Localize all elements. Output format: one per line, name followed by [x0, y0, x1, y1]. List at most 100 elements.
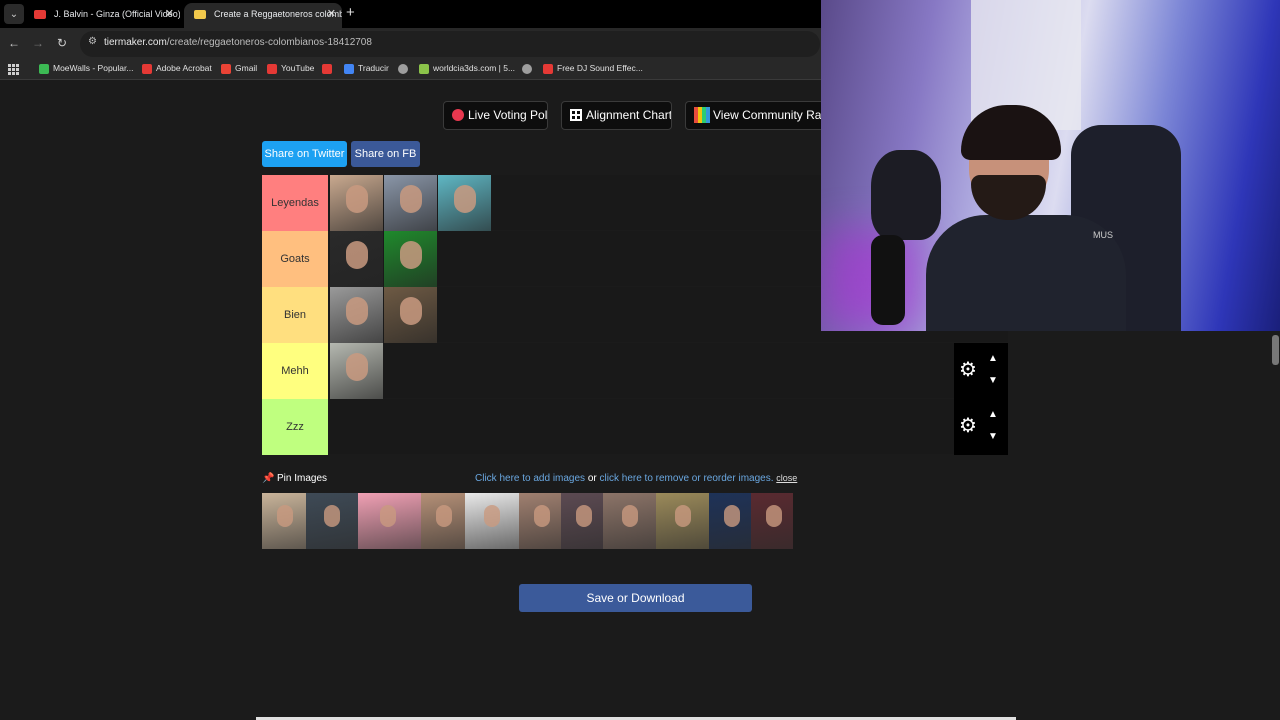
bookmark-traducir[interactable]: Traducir — [344, 63, 389, 74]
artist-face — [765, 505, 782, 527]
artist-image[interactable] — [330, 175, 383, 231]
scrollbar-thumb[interactable] — [1272, 335, 1279, 365]
add-images-link[interactable]: Click here to add images — [475, 473, 585, 484]
pool-artist-image[interactable] — [603, 493, 656, 549]
record-dot-icon — [452, 109, 464, 121]
bookmark-free-dj[interactable]: Free DJ Sound Effec... — [543, 63, 643, 74]
artist-image[interactable] — [384, 175, 437, 231]
tier-controls: ⚙ ▲ ▼ — [954, 343, 1008, 399]
scrollbar-track[interactable] — [1270, 330, 1280, 720]
artist-face — [454, 185, 476, 213]
gear-icon[interactable]: ⚙ — [959, 360, 977, 380]
artist-face — [533, 505, 550, 527]
remove-reorder-link[interactable]: click here to remove or reorder images. — [600, 473, 774, 484]
button-label: View Community Rank — [713, 108, 821, 122]
pin-images-toggle[interactable]: 📌 Pin Images — [262, 473, 327, 484]
tiermaker-favicon-icon — [194, 10, 206, 19]
artist-face — [400, 241, 422, 269]
tier-label[interactable]: Zzz — [262, 399, 329, 455]
globe-icon — [398, 64, 408, 74]
tier-images — [330, 287, 438, 343]
pool-artist-image[interactable] — [421, 493, 465, 549]
bookmark-acrobat[interactable]: Adobe Acrobat — [142, 63, 212, 74]
artist-image[interactable] — [330, 231, 383, 287]
chair-logo-text: MUS — [1093, 230, 1113, 240]
close-tab-icon[interactable]: ✕ — [327, 3, 336, 26]
save-download-button[interactable]: Save or Download — [519, 584, 752, 612]
bookmark-label: Traducir — [358, 63, 389, 73]
tier-label[interactable]: Goats — [262, 231, 329, 287]
new-tab-plus-icon[interactable]: + — [346, 4, 355, 21]
close-tab-icon[interactable]: ✕ — [165, 3, 174, 26]
pool-artist-image[interactable] — [561, 493, 603, 549]
view-community-rank-button[interactable]: View Community Rank — [685, 101, 821, 130]
artist-face — [346, 353, 368, 381]
globe-icon — [522, 64, 532, 74]
pool-artist-image[interactable] — [306, 493, 358, 549]
url-input[interactable]: ⚙ tiermaker.com/create/reggaetoneros-col… — [80, 31, 820, 57]
apps-grid-icon[interactable] — [8, 64, 19, 75]
artist-image[interactable] — [330, 343, 383, 399]
bookmark-youtube[interactable]: YouTube — [267, 63, 314, 74]
button-label: Live Voting Poll — [468, 108, 548, 122]
acrobat-icon — [142, 64, 152, 74]
artist-face — [621, 505, 638, 527]
tier-label[interactable]: Leyendas — [262, 175, 329, 231]
artist-face — [400, 185, 422, 213]
gmail-icon — [221, 64, 231, 74]
artist-image[interactable] — [330, 287, 383, 343]
bookmark-gmail[interactable]: Gmail — [221, 63, 257, 74]
tab-search-chevron-icon[interactable]: ⌄ — [4, 4, 24, 24]
tier-images — [330, 343, 384, 399]
chevron-down-icon[interactable]: ▼ — [988, 375, 998, 386]
bookmark-worldcia[interactable]: worldcia3ds.com | 5... — [419, 63, 515, 74]
live-voting-poll-button[interactable]: Live Voting Poll — [443, 101, 548, 130]
share-twitter-button[interactable]: Share on Twitter — [262, 141, 347, 167]
site-info-icon[interactable]: ⚙ — [88, 36, 97, 47]
pool-artist-image[interactable] — [751, 493, 793, 549]
artist-face — [400, 297, 422, 325]
pool-artist-image[interactable] — [519, 493, 561, 549]
bookmark-moewalls[interactable]: MoeWalls - Popular... — [39, 63, 133, 74]
tab-tiermaker[interactable]: Create a Reggaetoneros colombianos ✕ — [184, 3, 342, 28]
chevron-up-icon[interactable]: ▲ — [988, 353, 998, 364]
worldcia-icon — [419, 64, 429, 74]
youtube-favicon-icon — [34, 10, 46, 19]
pin-row: 📌 Pin Images Click here to add images or … — [262, 473, 862, 487]
artist-face — [277, 505, 294, 527]
reload-icon[interactable]: ↻ — [54, 35, 70, 51]
tier-label[interactable]: Bien — [262, 287, 329, 343]
back-arrow-icon[interactable]: ← — [6, 35, 22, 51]
chevron-up-icon[interactable]: ▲ — [988, 409, 998, 420]
artist-face — [346, 297, 368, 325]
pool-artist-image[interactable] — [465, 493, 519, 549]
colored-grid-icon — [694, 107, 710, 123]
pool-artist-image[interactable] — [262, 493, 306, 549]
pool-artist-image[interactable] — [358, 493, 421, 549]
tier-row: Zzz ⚙ ▲ ▼ — [262, 399, 1008, 455]
tier-label[interactable]: Mehh — [262, 343, 329, 399]
button-label: Alignment Chart — [586, 108, 672, 122]
gear-icon[interactable]: ⚙ — [959, 416, 977, 436]
tier-row: Mehh ⚙ ▲ ▼ — [262, 343, 1008, 399]
pool-artist-image[interactable] — [656, 493, 709, 549]
artist-face — [436, 505, 453, 527]
share-facebook-button[interactable]: Share on FB — [351, 141, 420, 167]
chevron-down-icon[interactable]: ▼ — [988, 431, 998, 442]
artist-image[interactable] — [384, 287, 437, 343]
bookmark-label: Free DJ Sound Effec... — [557, 63, 643, 73]
alignment-chart-button[interactable]: Alignment Chart — [561, 101, 672, 130]
image-pool — [262, 493, 793, 549]
artist-image[interactable] — [384, 231, 437, 287]
artist-image[interactable] — [438, 175, 491, 231]
youtube-icon — [267, 64, 277, 74]
tab-title: Create a Reggaetoneros colombianos — [214, 9, 342, 19]
youtube-icon — [322, 64, 332, 74]
moewalls-icon — [39, 64, 49, 74]
forward-arrow-icon[interactable]: → — [30, 35, 46, 51]
tab-youtube[interactable]: J. Balvin - Ginza (Official Video) ✕ — [24, 3, 180, 28]
close-link[interactable]: close — [776, 473, 797, 483]
bookmark-label: Adobe Acrobat — [156, 63, 212, 73]
pool-artist-image[interactable] — [709, 493, 751, 549]
tier-images — [330, 175, 492, 231]
